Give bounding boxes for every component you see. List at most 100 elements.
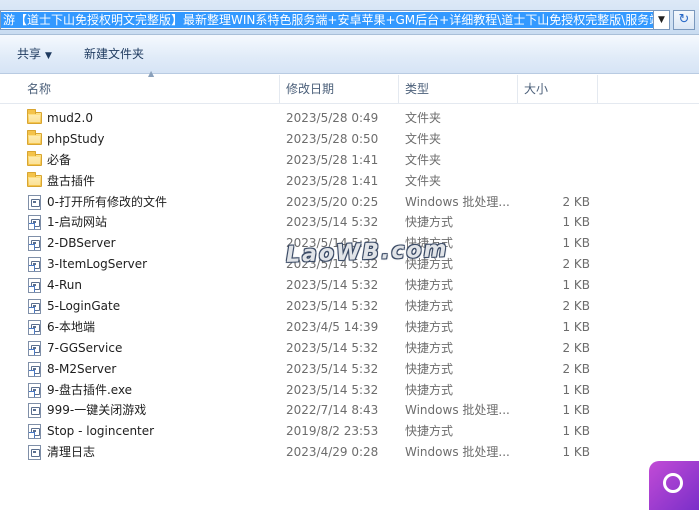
file-type: 文件夹	[405, 173, 442, 188]
file-size: 2 KB	[562, 257, 590, 272]
chevron-down-icon: ▼	[658, 15, 665, 25]
shortcut-icon	[28, 257, 41, 273]
file-date: 2023/5/28 0:50	[286, 131, 379, 146]
file-list: mud2.0 2023/5/28 0:49 文件夹 phpStudy 2023/5/28…	[0, 108, 699, 463]
file-row[interactable]: 0-打开所有修改的文件 2023/5/20 0:25 Windows 批处理... 2…	[0, 192, 699, 213]
file-size: 1 KB	[562, 319, 590, 334]
column-headers: ▲ 名称 修改日期 类型 大小	[0, 69, 699, 104]
shortcut-icon	[28, 382, 41, 398]
file-row[interactable]: 7-GGService 2023/5/14 5:32 快捷方式 2 KB	[0, 338, 699, 359]
column-header-type[interactable]: 类型	[399, 75, 518, 103]
file-type: 快捷方式	[405, 424, 454, 439]
file-type: 文件夹	[405, 111, 442, 125]
file-row[interactable]: 6-本地端 2023/4/5 14:39 快捷方式 1 KB	[0, 317, 699, 338]
file-name: 5-LoginGate	[47, 299, 121, 314]
file-date: 2023/5/14 5:32	[286, 278, 379, 293]
file-row[interactable]: 4-Run 2023/5/14 5:32 快捷方式 1 KB	[0, 275, 699, 296]
file-row[interactable]: phpStudy 2023/5/28 0:50 文件夹	[0, 129, 699, 150]
file-name: Stop - logincenter	[47, 424, 155, 439]
file-name: 9-盘古插件.exe	[47, 382, 133, 397]
address-path[interactable]: 游【道士下山免授权明文完整版】最新整理WIN系特色服务端+安卓苹果+GM后台+详…	[1, 12, 653, 28]
file-row[interactable]: Stop - logincenter 2019/8/2 23:53 快捷方式 1 KB	[0, 421, 699, 442]
file-name: mud2.0	[47, 111, 93, 125]
file-row[interactable]: 清理日志 2023/4/29 0:28 Windows 批处理... 1 KB	[0, 442, 699, 463]
file-size	[560, 129, 590, 150]
folder-icon	[27, 109, 42, 124]
column-header-date[interactable]: 修改日期	[280, 75, 399, 103]
file-size: 1 KB	[562, 424, 590, 439]
file-date: 2023/4/29 0:28	[286, 445, 379, 460]
chevron-down-icon: ▼	[45, 51, 52, 61]
shortcut-arrow-icon	[29, 265, 35, 272]
file-name: 7-GGService	[47, 340, 123, 355]
file-name: phpStudy	[47, 131, 105, 146]
address-bar-area: 游【道士下山免授权明文完整版】最新整理WIN系特色服务端+安卓苹果+GM后台+详…	[0, 0, 699, 35]
shortcut-icon	[28, 278, 41, 294]
file-date: 2023/5/14 5:32	[286, 361, 379, 376]
file-row[interactable]: 必备 2023/5/28 1:41 文件夹	[0, 150, 699, 171]
file-type: Windows 批处理...	[405, 194, 510, 209]
file-name: 4-Run	[47, 278, 82, 293]
refresh-icon: ↻	[678, 12, 690, 27]
shortcut-arrow-icon	[29, 244, 35, 251]
shortcut-arrow-icon	[29, 432, 35, 439]
file-row[interactable]: 9-盘古插件.exe 2023/5/14 5:32 快捷方式 1 KB	[0, 380, 699, 401]
file-name: 0-打开所有修改的文件	[47, 194, 167, 209]
file-size: 2 KB	[562, 194, 590, 209]
file-row[interactable]: mud2.0 2023/5/28 0:49 文件夹	[0, 108, 699, 129]
folder-icon	[27, 129, 42, 145]
shortcut-arrow-icon	[29, 286, 35, 293]
file-row[interactable]: 1-启动网站 2023/5/14 5:32 快捷方式 1 KB	[0, 212, 699, 233]
file-size: 1 KB	[562, 382, 590, 397]
folder-icon	[27, 150, 42, 166]
file-name: 6-本地端	[47, 319, 95, 334]
file-name: 必备	[47, 152, 72, 167]
file-date: 2023/5/14 5:32	[286, 215, 379, 230]
shortcut-arrow-icon	[29, 327, 35, 334]
shortcut-arrow-icon	[29, 369, 35, 376]
address-dropdown-button[interactable]: ▼	[654, 10, 670, 30]
file-date: 2023/5/20 0:25	[286, 194, 379, 209]
file-size	[560, 108, 590, 129]
shortcut-arrow-icon	[29, 348, 35, 355]
shortcut-arrow-icon	[29, 390, 35, 397]
file-type: 快捷方式	[405, 361, 454, 376]
file-size: 1 KB	[562, 236, 590, 251]
column-header-size[interactable]: 大小	[518, 75, 598, 103]
file-date: 2022/7/14 8:43	[286, 403, 379, 418]
toolbar: 共享 ▼ 新建文件夹	[0, 35, 699, 74]
file-name: 8-M2Server	[47, 361, 117, 376]
file-type: Windows 批处理...	[405, 445, 510, 460]
file-row[interactable]: 8-M2Server 2023/5/14 5:32 快捷方式 2 KB	[0, 359, 699, 380]
file-row[interactable]: 999-一键关闭游戏 2022/7/14 8:43 Windows 批处理... 1 …	[0, 400, 699, 421]
file-size: 1 KB	[562, 445, 590, 460]
share-button[interactable]: 共享 ▼	[13, 45, 56, 63]
file-name: 3-ItemLogServer	[47, 257, 148, 272]
file-date: 2023/5/14 5:32	[286, 299, 379, 314]
batch-icon	[28, 194, 41, 210]
file-type: 快捷方式	[405, 340, 454, 355]
address-bar[interactable]: 游【道士下山免授权明文完整版】最新整理WIN系特色服务端+安卓苹果+GM后台+详…	[0, 10, 654, 30]
column-header-name[interactable]: 名称	[21, 75, 280, 103]
file-type: Windows 批处理...	[405, 403, 510, 418]
file-row[interactable]: 5-LoginGate 2023/5/14 5:32 快捷方式 2 KB	[0, 296, 699, 317]
shortcut-arrow-icon	[29, 223, 35, 230]
file-name: 1-启动网站	[47, 215, 107, 230]
shortcut-icon	[28, 319, 41, 335]
file-date: 2019/8/2 23:53	[286, 424, 379, 439]
file-row[interactable]: 盘古插件 2023/5/28 1:41 文件夹	[0, 171, 699, 192]
shortcut-icon	[28, 299, 41, 315]
file-size	[560, 171, 590, 192]
file-size: 1 KB	[562, 215, 590, 230]
batch-icon	[28, 445, 41, 461]
file-type: 快捷方式	[405, 278, 454, 293]
column-header-name-label: 名称	[27, 82, 52, 96]
shortcut-icon	[28, 236, 41, 252]
app-badge[interactable]	[649, 461, 699, 510]
file-size: 1 KB	[562, 278, 590, 293]
file-date: 2023/5/14 5:32	[286, 340, 379, 355]
refresh-button[interactable]: ↻	[673, 10, 695, 30]
shortcut-icon	[28, 361, 41, 377]
new-folder-button[interactable]: 新建文件夹	[80, 45, 148, 63]
file-type: 快捷方式	[405, 382, 454, 397]
